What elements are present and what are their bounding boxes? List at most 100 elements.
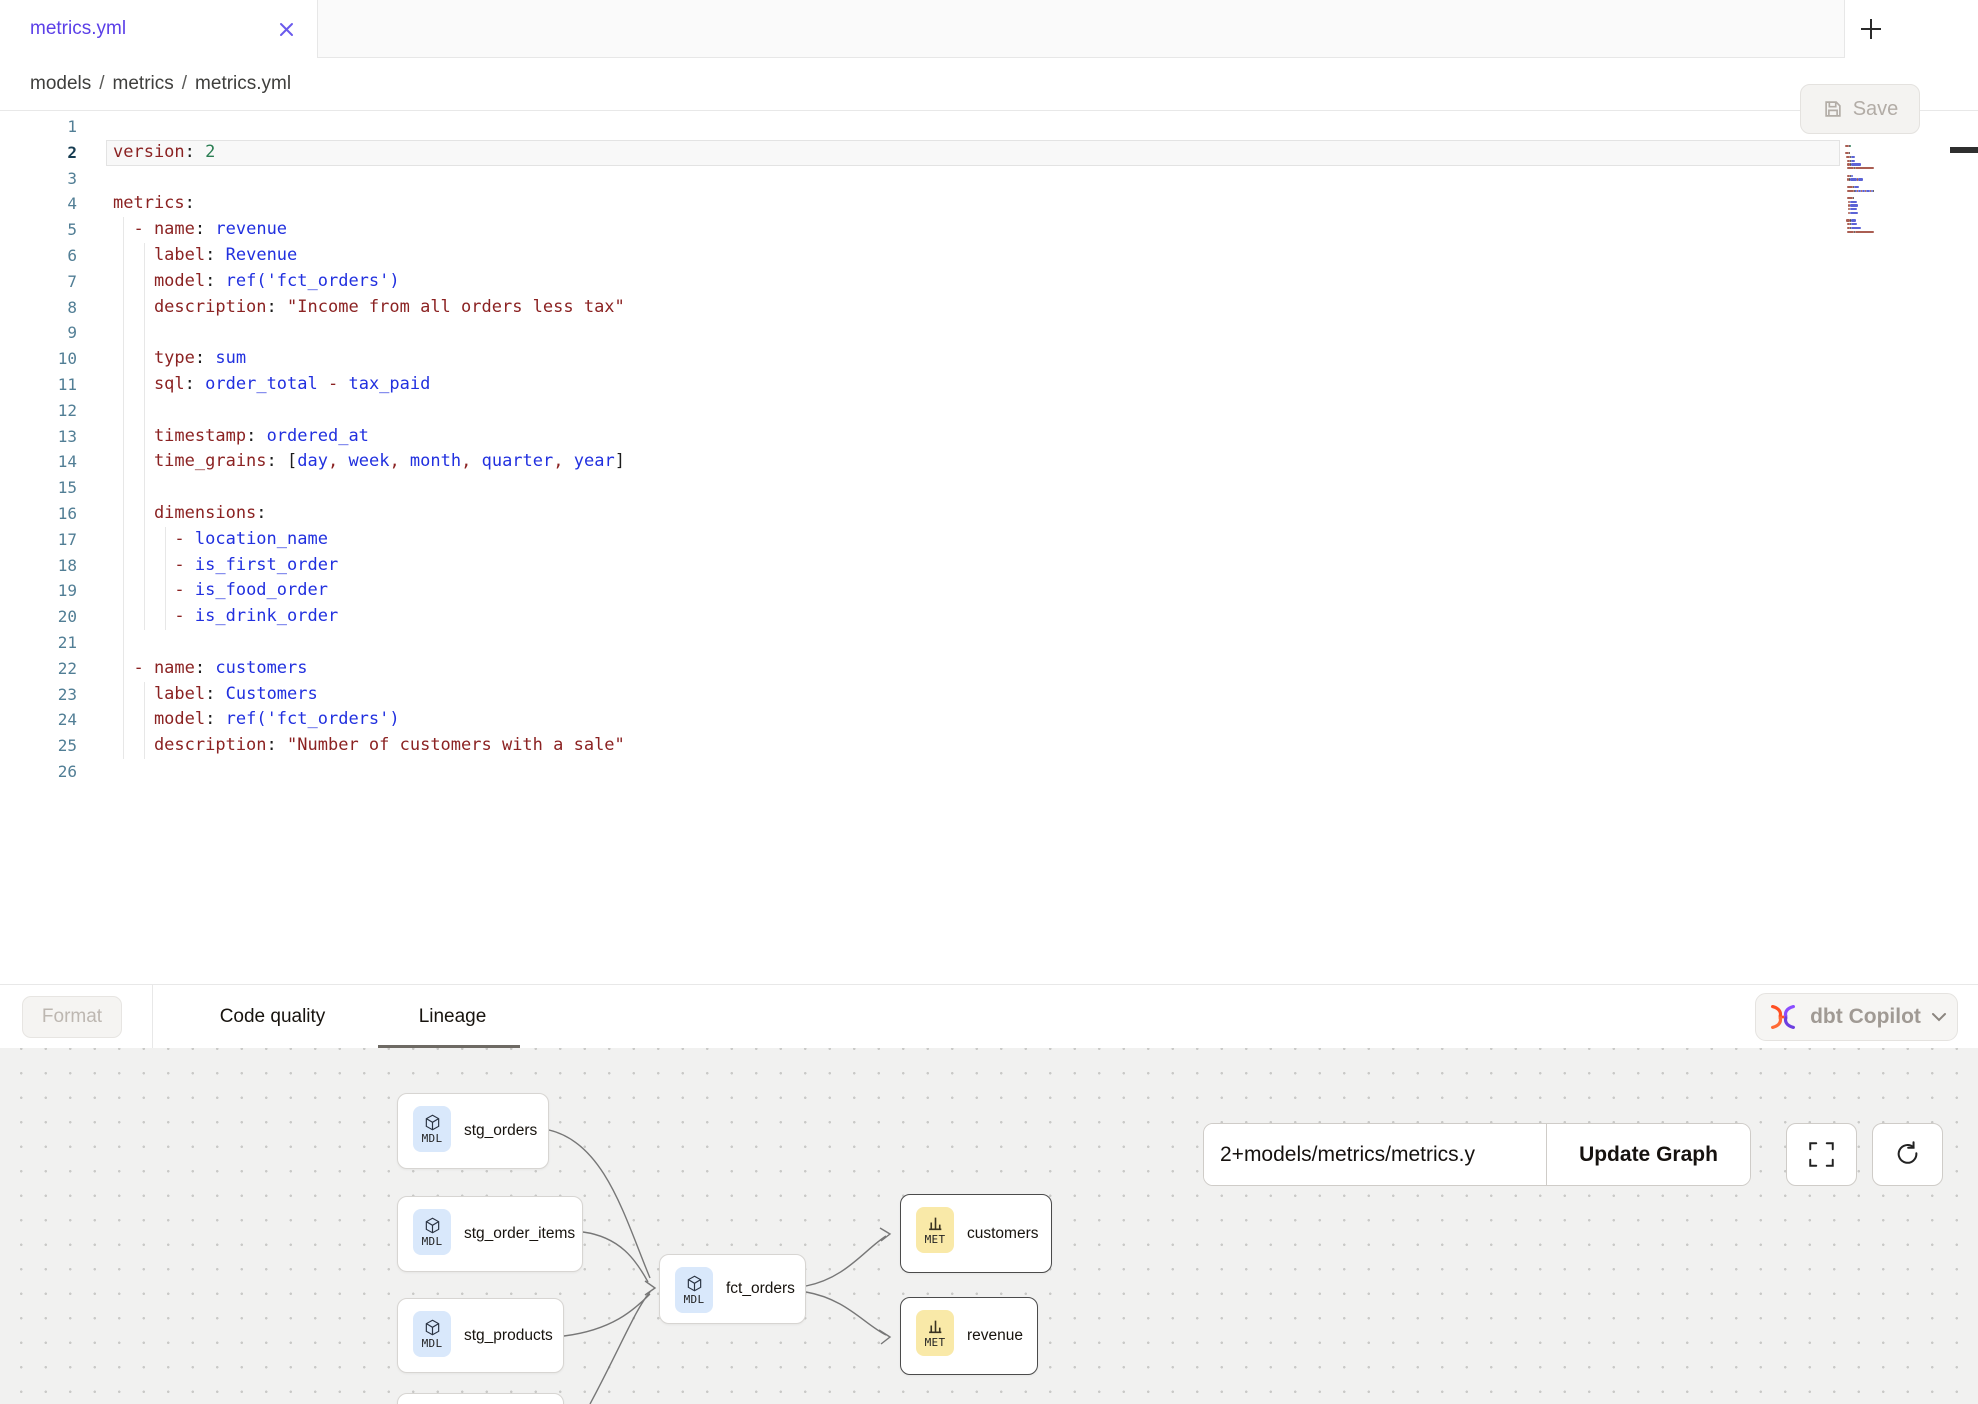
breadcrumb-item: metrics (113, 73, 174, 94)
lineage-node-stg_partial[interactable]: MDL (397, 1393, 564, 1404)
code-line[interactable]: 24 model: ref('fct_orders') (0, 707, 1978, 733)
tab-label: metrics.yml (30, 18, 278, 40)
dbt-copilot-button[interactable]: dbt Copilot (1755, 993, 1958, 1041)
fullscreen-button[interactable] (1786, 1123, 1857, 1186)
lineage-controls: Update Graph (1203, 1123, 1751, 1186)
line-number: 1 (0, 114, 106, 140)
model-icon (424, 1114, 441, 1131)
code-editor[interactable]: 12version: 234metrics:5 - name: revenue6… (0, 111, 1978, 984)
line-number: 13 (0, 424, 106, 450)
code-line[interactable]: 25 description: "Number of customers wit… (0, 733, 1978, 759)
code-line[interactable]: 26 (0, 759, 1978, 785)
breadcrumb-separator: / (91, 73, 112, 94)
breadcrumb: models/metrics/metrics.yml (30, 73, 291, 95)
line-number: 4 (0, 191, 106, 217)
line-number: 9 (0, 320, 106, 346)
model-icon (686, 1275, 703, 1292)
line-number: 18 (0, 553, 106, 579)
node-type-badge: MET (916, 1310, 954, 1356)
code-line[interactable]: 18 - is_first_order (0, 553, 1978, 579)
node-type-badge: MDL (413, 1311, 451, 1357)
lineage-node-customers[interactable]: METcustomers (900, 1194, 1052, 1273)
code-line[interactable]: 15 (0, 475, 1978, 501)
tab-bar: metrics.yml (0, 0, 1978, 58)
node-type-badge: MDL (675, 1267, 713, 1313)
save-button[interactable]: Save (1800, 84, 1920, 134)
dbt-ide-window: metrics.yml models/metrics/metrics.yml S… (0, 0, 1978, 1404)
code-line[interactable]: 23 label: Customers (0, 682, 1978, 708)
node-label: revenue (967, 1327, 1023, 1345)
code-line[interactable]: 12 (0, 398, 1978, 424)
node-label: stg_orders (464, 1122, 537, 1140)
code-line[interactable]: 5 - name: revenue (0, 217, 1978, 243)
close-icon[interactable] (278, 21, 295, 38)
line-number: 23 (0, 682, 106, 708)
code-line[interactable]: 20 - is_drink_order (0, 604, 1978, 630)
tab-metrics-yml[interactable]: metrics.yml (0, 0, 318, 58)
line-number: 11 (0, 372, 106, 398)
format-button[interactable]: Format (22, 996, 122, 1038)
metric-icon (927, 1318, 944, 1335)
lineage-path-input[interactable] (1204, 1124, 1546, 1185)
line-number: 16 (0, 501, 106, 527)
code-line[interactable]: 10 type: sum (0, 346, 1978, 372)
bottom-panel-bar: Format Code quality Lineage dbt Copilot (0, 984, 1978, 1048)
code-line[interactable]: 11 sql: order_total - tax_paid (0, 372, 1978, 398)
lineage-node-stg_orders[interactable]: MDL stg_orders (397, 1093, 549, 1169)
breadcrumb-separator: / (174, 73, 195, 94)
lineage-node-fct_orders[interactable]: MDLfct_orders (659, 1254, 806, 1324)
line-number: 12 (0, 398, 106, 424)
line-number: 26 (0, 759, 106, 785)
code-line[interactable]: 7 model: ref('fct_orders') (0, 269, 1978, 295)
lineage-node-revenue[interactable]: MET revenue (900, 1297, 1038, 1375)
line-number: 5 (0, 217, 106, 243)
line-number: 3 (0, 166, 106, 192)
code-line[interactable]: 4metrics: (0, 191, 1978, 217)
code-line[interactable]: 8 description: "Income from all orders l… (0, 295, 1978, 321)
tab-lineage[interactable]: Lineage (385, 985, 520, 1048)
code-line[interactable]: 3 (0, 166, 1978, 192)
breadcrumb-row: models/metrics/metrics.yml (0, 58, 1978, 111)
update-graph-button[interactable]: Update Graph (1547, 1124, 1750, 1185)
code-line[interactable]: 9 (0, 320, 1978, 346)
refresh-button[interactable] (1872, 1123, 1943, 1186)
lineage-canvas[interactable]: MDL stg_orders MDL stg_order_items MDL stg_pr… (0, 1048, 1978, 1404)
chevron-down-icon (1931, 1012, 1947, 1022)
line-number: 25 (0, 733, 106, 759)
lineage-node-stg_products[interactable]: MDL stg_products (397, 1298, 564, 1373)
code-line[interactable]: 13 timestamp: ordered_at (0, 424, 1978, 450)
node-type-badge: MET (916, 1207, 954, 1253)
code-line[interactable]: 17 - location_name (0, 527, 1978, 553)
minimap[interactable] (1845, 141, 1905, 238)
code-line[interactable]: 14 time_grains: [day, week, month, quart… (0, 449, 1978, 475)
metric-icon (927, 1215, 944, 1232)
line-number: 21 (0, 630, 106, 656)
tab-code-quality[interactable]: Code quality (190, 985, 355, 1048)
line-number: 20 (0, 604, 106, 630)
node-label: stg_order_items (464, 1225, 575, 1243)
line-number: 15 (0, 475, 106, 501)
code-line[interactable]: 22 - name: customers (0, 656, 1978, 682)
line-number: 7 (0, 269, 106, 295)
code-line[interactable]: 19 - is_food_order (0, 578, 1978, 604)
code-line[interactable]: 16 dimensions: (0, 501, 1978, 527)
line-number: 19 (0, 578, 106, 604)
code-line[interactable]: 2version: 2 (0, 140, 1978, 166)
lineage-node-stg_order_items[interactable]: MDL stg_order_items (397, 1196, 583, 1272)
breadcrumb-item: metrics.yml (195, 73, 291, 94)
dbt-copilot-icon (1766, 1000, 1800, 1034)
line-number: 10 (0, 346, 106, 372)
fullscreen-icon (1808, 1141, 1835, 1168)
code-line[interactable]: 6 label: Revenue (0, 243, 1978, 269)
tab-strip-filler (318, 0, 1844, 58)
code-line[interactable]: 1 (0, 114, 1978, 140)
node-label: stg_products (464, 1327, 553, 1345)
plus-icon[interactable] (1857, 16, 1885, 44)
divider (152, 985, 153, 1048)
scroll-position-mark (1950, 147, 1978, 153)
node-type-badge: MDL (413, 1209, 451, 1255)
line-number: 17 (0, 527, 106, 553)
code-line[interactable]: 21 (0, 630, 1978, 656)
node-type-badge: MDL (413, 1106, 451, 1152)
breadcrumb-item: models (30, 73, 91, 94)
